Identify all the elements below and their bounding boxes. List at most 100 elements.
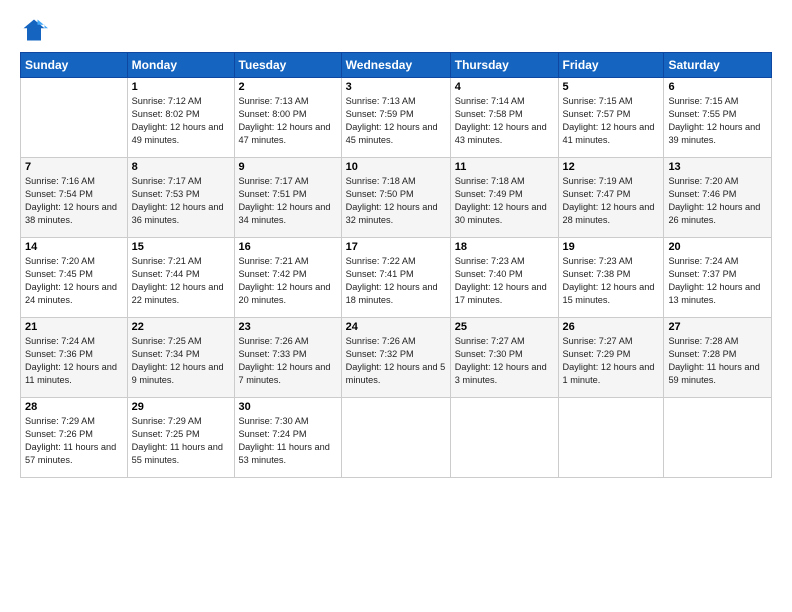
day-info: Sunrise: 7:23 AM Sunset: 7:38 PM Dayligh… xyxy=(563,255,660,307)
calendar-cell: 2 Sunrise: 7:13 AM Sunset: 8:00 PM Daylig… xyxy=(234,78,341,158)
calendar-cell: 24Sunrise: 7:26 AM Sunset: 7:32 PM Dayli… xyxy=(341,318,450,398)
day-number: 28 xyxy=(25,401,123,413)
day-number: 9 xyxy=(239,161,337,173)
calendar-cell: 27 Sunrise: 7:28 AM Sunset: 7:28 PM Dayli… xyxy=(664,318,772,398)
weekday-header-sunday: Sunday xyxy=(21,53,128,78)
calendar-cell: 5 Sunrise: 7:15 AM Sunset: 7:57 PM Daylig… xyxy=(558,78,664,158)
day-number: 2 xyxy=(239,81,337,93)
calendar-cell xyxy=(450,398,558,478)
calendar-cell: 23 Sunrise: 7:26 AM Sunset: 7:33 PM Dayli… xyxy=(234,318,341,398)
page: SundayMondayTuesdayWednesdayThursdayFrid… xyxy=(0,0,792,612)
calendar-cell: 1Sunrise: 7:12 AM Sunset: 8:02 PM Daylig… xyxy=(127,78,234,158)
calendar-cell: 8 Sunrise: 7:17 AM Sunset: 7:53 PM Daylig… xyxy=(127,158,234,238)
day-info: Sunrise: 7:12 AM Sunset: 8:02 PM Dayligh… xyxy=(132,95,230,147)
day-number: 14 xyxy=(25,241,123,253)
day-info: Sunrise: 7:29 AM Sunset: 7:26 PM Dayligh… xyxy=(25,415,123,467)
calendar-cell: 12 Sunrise: 7:19 AM Sunset: 7:47 PM Dayli… xyxy=(558,158,664,238)
calendar-cell: 16 Sunrise: 7:21 AM Sunset: 7:42 PM Dayli… xyxy=(234,238,341,318)
calendar-cell xyxy=(21,78,128,158)
day-info: Sunrise: 7:24 AM Sunset: 7:36 PM Dayligh… xyxy=(25,335,123,387)
calendar-cell: 30Sunrise: 7:30 AM Sunset: 7:24 PM Dayli… xyxy=(234,398,341,478)
calendar-cell: 13 Sunrise: 7:20 AM Sunset: 7:46 PM Dayli… xyxy=(664,158,772,238)
day-number: 27 xyxy=(668,321,767,333)
calendar-cell: 4 Sunrise: 7:14 AM Sunset: 7:58 PM Daylig… xyxy=(450,78,558,158)
day-info: Sunrise: 7:28 AM Sunset: 7:28 PM Dayligh… xyxy=(668,335,767,387)
day-info: Sunrise: 7:21 AM Sunset: 7:44 PM Dayligh… xyxy=(132,255,230,307)
calendar-cell: 26 Sunrise: 7:27 AM Sunset: 7:29 PM Dayli… xyxy=(558,318,664,398)
day-number: 3 xyxy=(346,81,446,93)
week-row-3: 14 Sunrise: 7:20 AM Sunset: 7:45 PM Dayli… xyxy=(21,238,772,318)
day-info: Sunrise: 7:18 AM Sunset: 7:50 PM Dayligh… xyxy=(346,175,446,227)
week-row-4: 21 Sunrise: 7:24 AM Sunset: 7:36 PM Dayli… xyxy=(21,318,772,398)
weekday-header-row: SundayMondayTuesdayWednesdayThursdayFrid… xyxy=(21,53,772,78)
day-number: 11 xyxy=(455,161,554,173)
calendar-cell: 11 Sunrise: 7:18 AM Sunset: 7:49 PM Dayli… xyxy=(450,158,558,238)
day-number: 17 xyxy=(346,241,446,253)
day-number: 19 xyxy=(563,241,660,253)
calendar-cell: 20 Sunrise: 7:24 AM Sunset: 7:37 PM Dayli… xyxy=(664,238,772,318)
day-number: 13 xyxy=(668,161,767,173)
day-number: 5 xyxy=(563,81,660,93)
calendar-cell: 14 Sunrise: 7:20 AM Sunset: 7:45 PM Dayli… xyxy=(21,238,128,318)
day-info: Sunrise: 7:15 AM Sunset: 7:55 PM Dayligh… xyxy=(668,95,767,147)
calendar-cell: 10 Sunrise: 7:18 AM Sunset: 7:50 PM Dayli… xyxy=(341,158,450,238)
day-number: 16 xyxy=(239,241,337,253)
calendar-cell: 6 Sunrise: 7:15 AM Sunset: 7:55 PM Daylig… xyxy=(664,78,772,158)
day-info: Sunrise: 7:21 AM Sunset: 7:42 PM Dayligh… xyxy=(239,255,337,307)
calendar-cell xyxy=(341,398,450,478)
day-number: 18 xyxy=(455,241,554,253)
week-row-5: 28 Sunrise: 7:29 AM Sunset: 7:26 PM Dayli… xyxy=(21,398,772,478)
day-info: Sunrise: 7:20 AM Sunset: 7:45 PM Dayligh… xyxy=(25,255,123,307)
day-info: Sunrise: 7:22 AM Sunset: 7:41 PM Dayligh… xyxy=(346,255,446,307)
day-info: Sunrise: 7:23 AM Sunset: 7:40 PM Dayligh… xyxy=(455,255,554,307)
day-info: Sunrise: 7:13 AM Sunset: 8:00 PM Dayligh… xyxy=(239,95,337,147)
weekday-header-friday: Friday xyxy=(558,53,664,78)
weekday-header-wednesday: Wednesday xyxy=(341,53,450,78)
day-number: 12 xyxy=(563,161,660,173)
weekday-header-tuesday: Tuesday xyxy=(234,53,341,78)
calendar-cell: 25 Sunrise: 7:27 AM Sunset: 7:30 PM Dayli… xyxy=(450,318,558,398)
logo xyxy=(20,16,52,44)
day-info: Sunrise: 7:27 AM Sunset: 7:30 PM Dayligh… xyxy=(455,335,554,387)
weekday-header-monday: Monday xyxy=(127,53,234,78)
calendar-cell: 22 Sunrise: 7:25 AM Sunset: 7:34 PM Dayli… xyxy=(127,318,234,398)
calendar-cell: 7Sunrise: 7:16 AM Sunset: 7:54 PM Daylig… xyxy=(21,158,128,238)
day-number: 4 xyxy=(455,81,554,93)
day-info: Sunrise: 7:13 AM Sunset: 7:59 PM Dayligh… xyxy=(346,95,446,147)
day-info: Sunrise: 7:19 AM Sunset: 7:47 PM Dayligh… xyxy=(563,175,660,227)
day-number: 26 xyxy=(563,321,660,333)
calendar-cell: 18 Sunrise: 7:23 AM Sunset: 7:40 PM Dayli… xyxy=(450,238,558,318)
weekday-header-thursday: Thursday xyxy=(450,53,558,78)
calendar-cell: 29 Sunrise: 7:29 AM Sunset: 7:25 PM Dayli… xyxy=(127,398,234,478)
day-info: Sunrise: 7:26 AM Sunset: 7:32 PM Dayligh… xyxy=(346,335,446,387)
day-info: Sunrise: 7:15 AM Sunset: 7:57 PM Dayligh… xyxy=(563,95,660,147)
day-info: Sunrise: 7:26 AM Sunset: 7:33 PM Dayligh… xyxy=(239,335,337,387)
logo-icon xyxy=(20,16,48,44)
day-number: 10 xyxy=(346,161,446,173)
day-number: 8 xyxy=(132,161,230,173)
week-row-2: 7Sunrise: 7:16 AM Sunset: 7:54 PM Daylig… xyxy=(21,158,772,238)
day-info: Sunrise: 7:24 AM Sunset: 7:37 PM Dayligh… xyxy=(668,255,767,307)
calendar-cell: 15Sunrise: 7:21 AM Sunset: 7:44 PM Dayli… xyxy=(127,238,234,318)
day-info: Sunrise: 7:14 AM Sunset: 7:58 PM Dayligh… xyxy=(455,95,554,147)
week-row-1: 1Sunrise: 7:12 AM Sunset: 8:02 PM Daylig… xyxy=(21,78,772,158)
day-info: Sunrise: 7:20 AM Sunset: 7:46 PM Dayligh… xyxy=(668,175,767,227)
day-number: 21 xyxy=(25,321,123,333)
calendar-cell: 21 Sunrise: 7:24 AM Sunset: 7:36 PM Dayli… xyxy=(21,318,128,398)
day-number: 29 xyxy=(132,401,230,413)
day-info: Sunrise: 7:17 AM Sunset: 7:51 PM Dayligh… xyxy=(239,175,337,227)
day-number: 6 xyxy=(668,81,767,93)
day-number: 30 xyxy=(239,401,337,413)
day-number: 20 xyxy=(668,241,767,253)
day-info: Sunrise: 7:29 AM Sunset: 7:25 PM Dayligh… xyxy=(132,415,230,467)
calendar-cell: 17 Sunrise: 7:22 AM Sunset: 7:41 PM Dayli… xyxy=(341,238,450,318)
day-number: 25 xyxy=(455,321,554,333)
day-info: Sunrise: 7:17 AM Sunset: 7:53 PM Dayligh… xyxy=(132,175,230,227)
day-number: 22 xyxy=(132,321,230,333)
calendar-cell: 28 Sunrise: 7:29 AM Sunset: 7:26 PM Dayli… xyxy=(21,398,128,478)
day-info: Sunrise: 7:27 AM Sunset: 7:29 PM Dayligh… xyxy=(563,335,660,387)
day-info: Sunrise: 7:25 AM Sunset: 7:34 PM Dayligh… xyxy=(132,335,230,387)
day-number: 23 xyxy=(239,321,337,333)
day-info: Sunrise: 7:18 AM Sunset: 7:49 PM Dayligh… xyxy=(455,175,554,227)
weekday-header-saturday: Saturday xyxy=(664,53,772,78)
